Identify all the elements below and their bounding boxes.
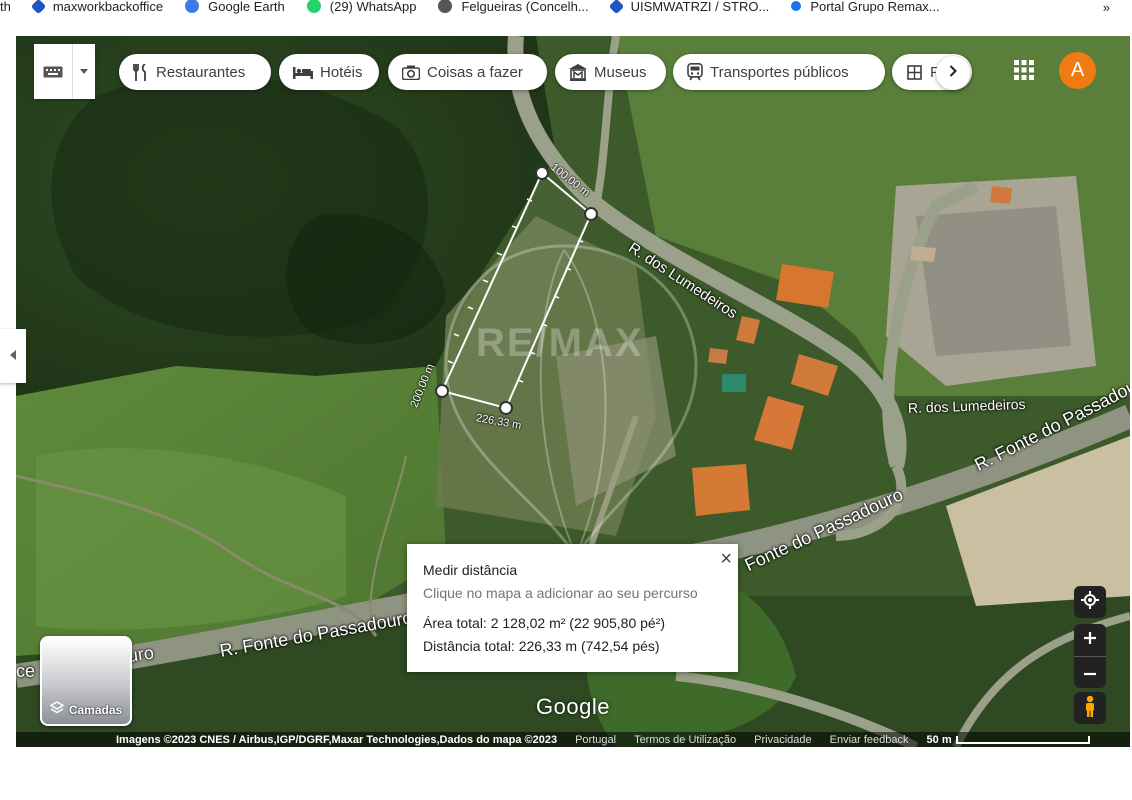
apps-grid-icon <box>1014 60 1034 80</box>
zoom-out-button[interactable] <box>1074 657 1106 688</box>
museum-icon <box>569 63 587 81</box>
bed-icon <box>293 65 313 79</box>
bookmark-label: maxworkbackoffice <box>52 0 164 14</box>
chip-label: Coisas a fazer <box>427 63 523 81</box>
bookmarks-bar: th maxworkbackoffice Google Earth (29) W… <box>0 0 1132 30</box>
bookmark-icon <box>30 0 47 14</box>
bookmark-6[interactable]: Portal Grupo Remax... <box>791 0 940 14</box>
bookmark-label: Felgueiras (Concelh... <box>461 0 589 14</box>
keyboard-icon[interactable] <box>34 44 73 99</box>
bookmark-4[interactable]: Felgueiras (Concelh... <box>438 0 589 14</box>
bookmark-2[interactable]: Google Earth <box>185 0 285 14</box>
chip-restaurants[interactable]: Restaurantes <box>119 54 271 90</box>
camera-icon <box>402 65 420 80</box>
caret-down-icon[interactable] <box>73 44 95 99</box>
my-location-button[interactable] <box>1074 586 1106 618</box>
more-icon <box>906 64 923 81</box>
bookmark-label: Google Earth <box>208 0 285 14</box>
chip-transit[interactable]: Transportes públicos <box>673 54 885 90</box>
zoom-control <box>1074 624 1106 688</box>
bookmark-label: Portal Grupo Remax... <box>810 0 940 14</box>
whatsapp-icon <box>306 0 321 13</box>
zoom-in-button[interactable] <box>1074 625 1106 657</box>
bookmark-label: UISMWATRZI / STRO... <box>630 0 770 14</box>
google-logo: Google <box>536 694 610 719</box>
more-bookmarks-button[interactable]: » <box>1103 0 1110 15</box>
bookmark-0[interactable]: th <box>0 0 11 14</box>
map-attribution-bar: Imagens ©2023 CNES / Airbus,IGP/DGRF,Max… <box>16 732 1130 747</box>
chip-things-to-do[interactable]: Coisas a fazer <box>388 54 547 90</box>
scale-label: 50 m <box>926 733 952 746</box>
input-tools-button[interactable] <box>34 44 95 99</box>
satellite-map[interactable]: RE/MAX R. dos Lumedeiros R. dos Lumedeir… <box>16 36 1130 747</box>
street-view-pegman[interactable] <box>1074 692 1106 724</box>
plus-icon <box>1083 631 1097 650</box>
bookmark-3[interactable]: (29) WhatsApp <box>306 0 417 14</box>
card-title: Medir distância <box>423 562 518 578</box>
total-area: Área total: 2 128,02 m² (22 905,80 pé²) <box>423 615 666 631</box>
chip-label: Hotéis <box>320 63 363 81</box>
google-earth-icon <box>185 0 200 13</box>
chip-label: Restaurantes <box>156 63 246 81</box>
caret-left-icon <box>10 347 16 365</box>
measure-distance-card: Medir distância Clique no mapa a adicion… <box>407 544 738 672</box>
crosshair-icon <box>1081 590 1099 614</box>
feedback-link[interactable]: Enviar feedback <box>830 734 909 746</box>
portal-icon <box>791 1 802 11</box>
scale-line <box>955 735 1090 744</box>
chevron-right-icon <box>949 64 957 82</box>
chip-hotels[interactable]: Hotéis <box>279 54 379 90</box>
bookmark-label: th <box>0 0 11 14</box>
train-icon <box>687 63 703 81</box>
remax-watermark: RE/MAX <box>476 321 644 365</box>
scale-bar[interactable]: 50 m <box>927 734 1108 746</box>
google-apps-button[interactable] <box>1014 60 1034 85</box>
measure-point <box>584 207 598 221</box>
chip-label: Transportes públicos <box>710 63 849 81</box>
minus-icon <box>1083 663 1097 681</box>
road-label: ce <box>16 661 36 681</box>
layers-button[interactable]: Camadas <box>40 636 132 726</box>
layers-icon <box>49 701 65 718</box>
bookmark-icon <box>608 0 624 14</box>
layers-label: Camadas <box>68 702 123 717</box>
chips-scroll-right-button[interactable] <box>936 56 970 90</box>
terms-link[interactable]: Termos de Utilização <box>634 734 736 746</box>
collapse-side-panel-button[interactable] <box>0 329 26 383</box>
pegman-icon <box>1083 695 1097 722</box>
close-icon[interactable]: × <box>720 548 732 571</box>
bookmark-1[interactable]: maxworkbackoffice <box>30 0 164 14</box>
measure-point <box>435 384 449 398</box>
card-hint: Clique no mapa a adicionar ao seu percur… <box>423 585 698 601</box>
privacy-link[interactable]: Privacidade <box>754 734 811 746</box>
account-avatar[interactable]: A <box>1059 52 1096 89</box>
chip-museums[interactable]: Museus <box>555 54 666 90</box>
chip-label: Museus <box>594 63 647 81</box>
imagery-attribution: Imagens ©2023 CNES / Airbus,IGP/DGRF,Max… <box>116 733 558 746</box>
bookmark-5[interactable]: UISMWATRZI / STRO... <box>608 0 770 14</box>
measure-point <box>535 166 549 180</box>
fork-knife-icon <box>133 63 149 81</box>
country-label[interactable]: Portugal <box>575 734 616 746</box>
bookmark-label: (29) WhatsApp <box>329 0 417 14</box>
total-distance: Distância total: 226,33 m (742,54 pés) <box>423 638 660 654</box>
measure-point <box>499 401 513 415</box>
left-page-strip <box>0 36 16 747</box>
globe-icon <box>438 0 453 13</box>
